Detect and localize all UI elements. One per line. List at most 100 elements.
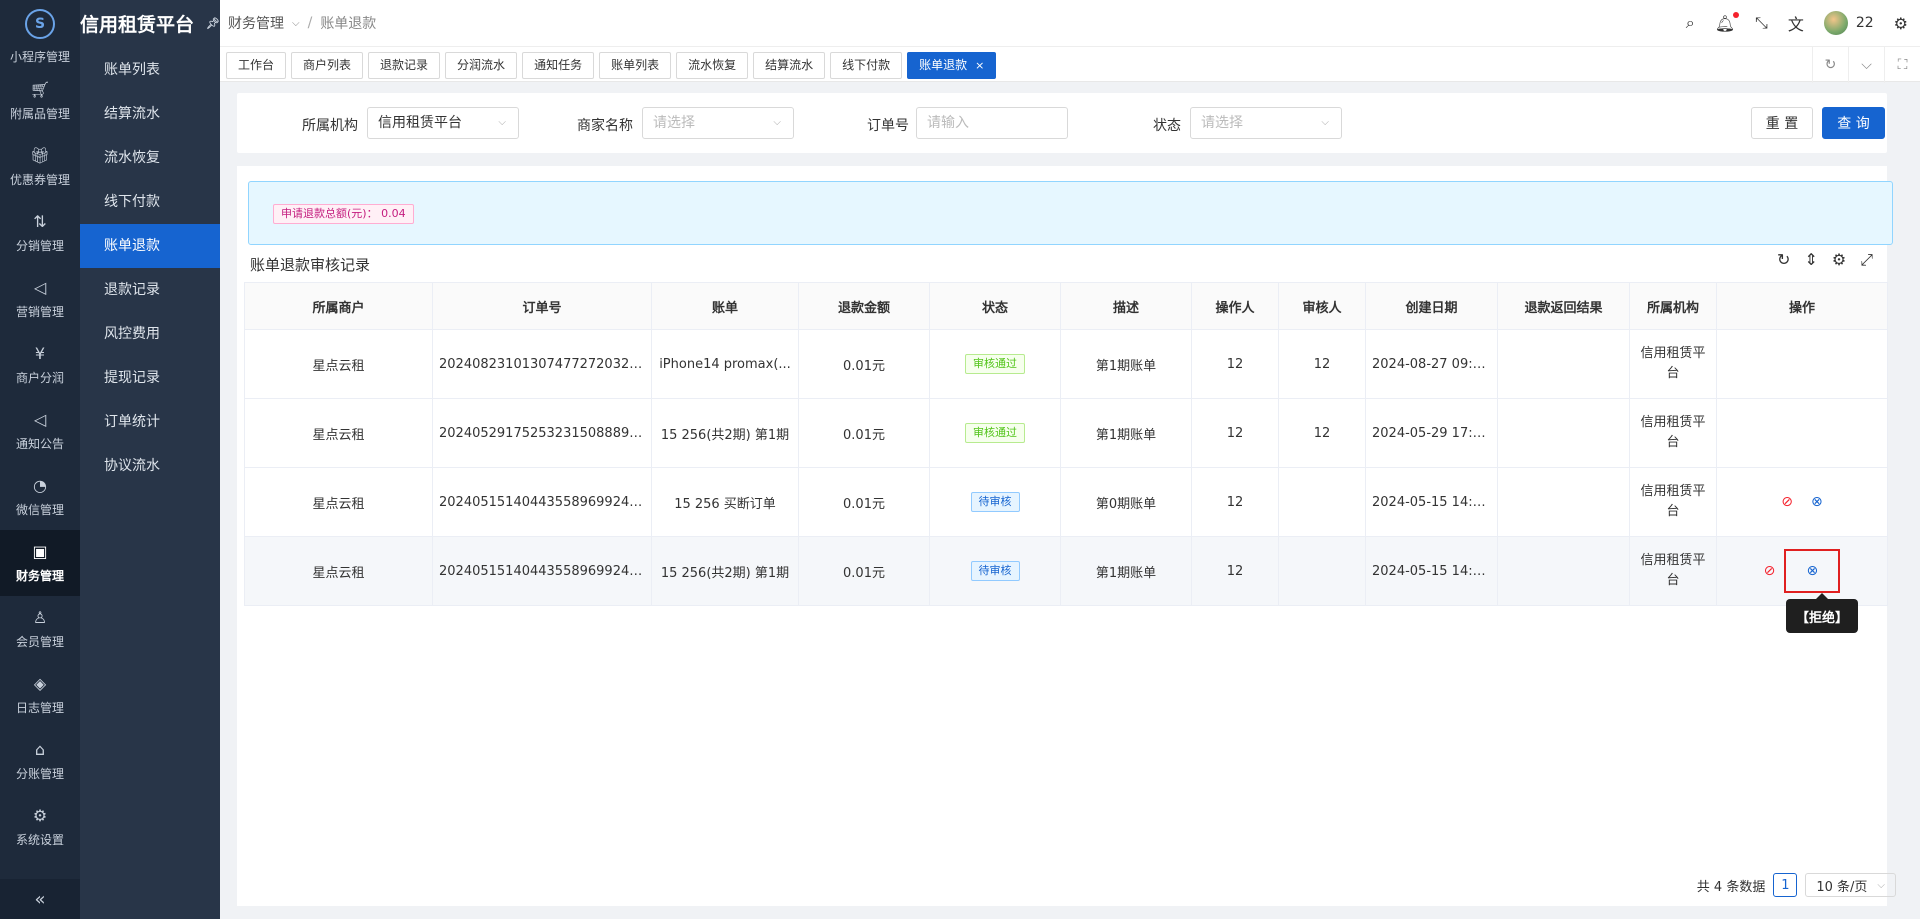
submenu-item-2[interactable]: 流水恢复 bbox=[80, 136, 220, 180]
tab-label: 账单列表 bbox=[611, 58, 660, 72]
column-height-icon[interactable]: ⇕ bbox=[1804, 250, 1817, 270]
language-icon[interactable]: 文 bbox=[1788, 11, 1804, 35]
desc-cell: 第0期账单 bbox=[1060, 467, 1192, 537]
row-actions: ⊘ ⊗ bbox=[1781, 494, 1822, 510]
status-cell: 待审核 bbox=[929, 536, 1061, 606]
fullscreen-icon[interactable]: ⤡ bbox=[1755, 13, 1768, 33]
result-cell bbox=[1497, 467, 1630, 537]
highlight-box: ⊗ bbox=[1784, 549, 1841, 593]
rail-item-11[interactable]: ⌂ 分账管理 bbox=[0, 728, 80, 794]
breadcrumb-root[interactable]: 财务管理 bbox=[228, 13, 284, 33]
submenu-item-7[interactable]: 提现记录 bbox=[80, 356, 220, 400]
rail-item-1[interactable]: 🛒︎ 附属品管理 bbox=[0, 68, 80, 134]
status-select[interactable]: 请选择 ⌵ bbox=[1190, 107, 1342, 139]
close-icon[interactable]: × bbox=[975, 59, 984, 72]
tab-5[interactable]: 账单列表 bbox=[599, 52, 672, 79]
tab-8[interactable]: 线下付款 bbox=[830, 52, 903, 79]
reset-button[interactable]: 重 置 bbox=[1751, 107, 1813, 139]
rail-item-4[interactable]: ◁ 营销管理 bbox=[0, 266, 80, 332]
refresh-icon[interactable]: ↻ bbox=[1777, 250, 1790, 270]
tab-2[interactable]: 退款记录 bbox=[368, 52, 441, 79]
chevron-down-icon[interactable]: ⌵ bbox=[1848, 47, 1884, 83]
tab-label: 分润流水 bbox=[457, 58, 506, 72]
submenu-item-5[interactable]: 退款记录 bbox=[80, 268, 220, 312]
gear-icon[interactable]: ⚙ bbox=[1894, 14, 1908, 33]
user-name[interactable]: 22 bbox=[1856, 15, 1874, 31]
megaphone-icon: ◁ bbox=[33, 278, 47, 297]
collapse-icon[interactable]: « bbox=[0, 879, 80, 919]
tab-7[interactable]: 结算流水 bbox=[753, 52, 826, 79]
amount-cell: 0.01元 bbox=[798, 536, 930, 606]
bell-icon[interactable]: 🔔︎ bbox=[1715, 11, 1739, 33]
cart-icon: 🛒︎ bbox=[29, 80, 51, 99]
rail-item-10[interactable]: ◈ 日志管理 bbox=[0, 662, 80, 728]
gear-icon[interactable]: ⚙ bbox=[1832, 250, 1846, 270]
merchant-cell: 星点云租 bbox=[244, 467, 433, 537]
approve-icon[interactable]: ⊘ bbox=[1781, 494, 1793, 510]
table-header-row: 所属商户 订单号 账单 退款金额 状态 描述 操作人 审核人 创建日期 退款返回结果 所属机构 操作 bbox=[244, 282, 1888, 330]
page-size-value: 10 条/页 bbox=[1816, 879, 1868, 895]
pin-icon[interactable]: 📌︎ bbox=[206, 17, 220, 30]
submenu-item-1[interactable]: 结算流水 bbox=[80, 92, 220, 136]
tab-1[interactable]: 商户列表 bbox=[291, 52, 364, 79]
table-row: 星点云租 20240823101307477272032​51 iPhone14 p… bbox=[244, 329, 1888, 399]
rail-item-12[interactable]: ⚙ 系统设置 bbox=[0, 794, 80, 860]
submenu-item-9[interactable]: 协议流水 bbox=[80, 444, 220, 488]
rail-item-label: 日志管理 bbox=[15, 701, 64, 715]
tab-6[interactable]: 流水恢复 bbox=[676, 52, 749, 79]
rail-item-7[interactable]: ◔ 微信管理 bbox=[0, 464, 80, 530]
chevron-down-icon: ⌵ bbox=[773, 117, 781, 128]
submenu-item-4[interactable]: 账单退款 bbox=[80, 224, 220, 268]
tab-3[interactable]: 分润流水 bbox=[445, 52, 518, 79]
page-size-select[interactable]: 10 条/页 ⌵ bbox=[1805, 873, 1896, 897]
operator-cell: 12 bbox=[1191, 536, 1279, 606]
column-header: 退款返回结果 bbox=[1497, 282, 1630, 330]
tab-label: 账单退款 bbox=[919, 58, 968, 72]
order-input[interactable]: 请输入 bbox=[916, 107, 1068, 139]
tab-4[interactable]: 通知任务 bbox=[522, 52, 595, 79]
column-header: 订单号 bbox=[432, 282, 652, 330]
rail-item-label: 附属品管理 bbox=[9, 107, 70, 121]
merchant-select[interactable]: 请选择 ⌵ bbox=[642, 107, 794, 139]
submenu-item-0[interactable]: 账单列表 bbox=[80, 48, 220, 92]
chevron-down-icon: ⌵ bbox=[292, 17, 300, 29]
query-button[interactable]: 查 询 bbox=[1822, 107, 1885, 139]
rail-item-2[interactable]: 🎁︎ 优惠券管理 bbox=[0, 134, 80, 200]
submenu-item-8[interactable]: 订单统计 bbox=[80, 400, 220, 444]
refresh-tab-icon[interactable]: ↻ bbox=[1812, 47, 1848, 83]
breadcrumb-current: 账单退款 bbox=[320, 16, 377, 32]
avatar[interactable] bbox=[1823, 11, 1848, 35]
result-cell bbox=[1497, 398, 1630, 468]
split-icon: ⌂ bbox=[34, 740, 46, 759]
pagination: 共 4 条数据 1 10 条/页 ⌵ bbox=[1697, 873, 1896, 897]
approve-icon[interactable]: ⊘ bbox=[1764, 563, 1776, 579]
column-header: 退款金额 bbox=[798, 282, 930, 330]
finance-icon: ▣ bbox=[32, 542, 48, 561]
rail-item-5[interactable]: ¥ 商户分润 bbox=[0, 332, 80, 398]
rail-item-3[interactable]: ⇅ 分销管理 bbox=[0, 200, 80, 266]
log-icon: ◈ bbox=[33, 674, 47, 693]
tab-0[interactable]: 工作台 bbox=[226, 52, 287, 79]
org-select[interactable]: 信用租赁平台 ⌵ bbox=[367, 107, 519, 139]
rail-item-0[interactable]: 小程序管理 bbox=[0, 48, 80, 68]
rail-item-label: 会员管理 bbox=[15, 635, 64, 649]
total-count: 共 4 条数据 bbox=[1696, 879, 1766, 895]
search-icon[interactable]: ⌕ bbox=[1686, 13, 1695, 33]
operations-cell bbox=[1716, 398, 1888, 468]
submenu-item-6[interactable]: 风控费用 bbox=[80, 312, 220, 356]
maximize-icon[interactable]: ⛶ bbox=[1884, 47, 1920, 83]
submenu-item-3[interactable]: 线下付款 bbox=[80, 180, 220, 224]
rail-item-9[interactable]: ♙ 会员管理 bbox=[0, 596, 80, 662]
rail-item-6[interactable]: ◁ 通知公告 bbox=[0, 398, 80, 464]
created-cell: 2024-05-15 14:1... bbox=[1365, 536, 1498, 606]
fullscreen-icon[interactable]: ⤢ bbox=[1860, 250, 1873, 270]
order-placeholder: 请输入 bbox=[927, 115, 969, 131]
page-number-1[interactable]: 1 bbox=[1773, 873, 1798, 897]
tab-9[interactable]: 账单退款 × bbox=[907, 52, 997, 79]
reject-icon[interactable]: ⊗ bbox=[1806, 563, 1818, 579]
tab-bar: 工作台 商户列表 退款记录 分润流水 通知任务 账单列表 流水恢复 结算流水 线下付款 账单退款 ×… bbox=[220, 46, 1920, 83]
reject-icon[interactable]: ⊗ bbox=[1811, 494, 1823, 510]
amount-cell: 0.01元 bbox=[798, 329, 930, 399]
brand-title: 信用租赁平台 📌︎ bbox=[80, 0, 220, 46]
rail-item-8[interactable]: ▣ 财务管理 bbox=[0, 530, 80, 596]
